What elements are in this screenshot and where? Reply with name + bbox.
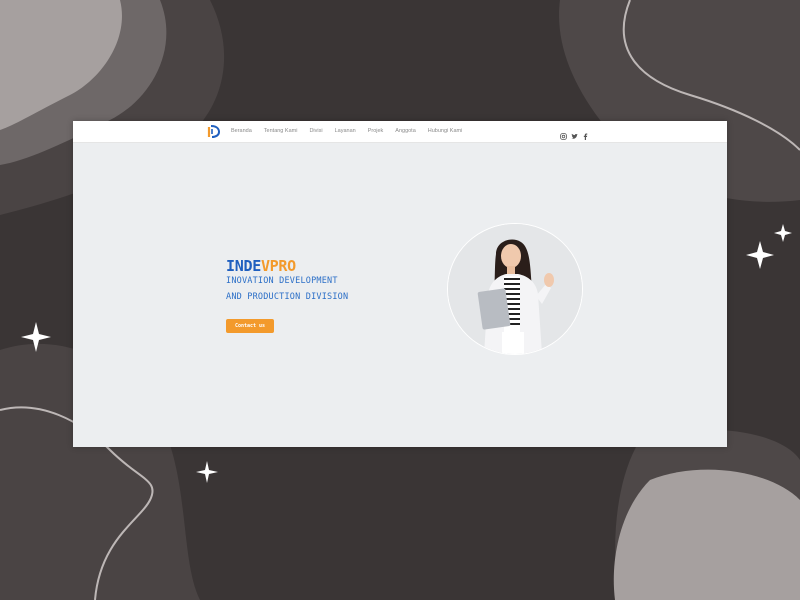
website-mockup: Beranda Tentang Kami Divisi Layanan Proj… xyxy=(73,121,727,447)
tagline-line2: AND PRODUCTION DIVISION xyxy=(226,292,349,302)
brand-title-part2: VPRO xyxy=(260,257,296,275)
navbar: Beranda Tentang Kami Divisi Layanan Proj… xyxy=(73,121,727,143)
hero-portrait-image xyxy=(448,224,582,354)
brand-title-part1: INDE xyxy=(226,257,261,275)
nav-item-layanan[interactable]: Layanan xyxy=(335,127,356,135)
nav-item-projek[interactable]: Projek xyxy=(368,127,384,135)
brand-title: INDEVPRO xyxy=(226,257,296,275)
social-links xyxy=(560,127,589,140)
contact-us-button[interactable]: Contact us xyxy=(226,319,274,333)
tagline-line1: INOVATION DEVELOPMENT xyxy=(226,276,338,286)
nav-item-beranda[interactable]: Beranda xyxy=(231,127,252,135)
twitter-icon[interactable] xyxy=(571,127,578,139)
facebook-icon[interactable] xyxy=(582,127,589,140)
nav-item-anggota[interactable]: Anggota xyxy=(395,127,416,135)
nav-item-hubungi-kami[interactable]: Hubungi Kami xyxy=(428,127,463,135)
nav-item-tentang-kami[interactable]: Tentang Kami xyxy=(264,127,298,135)
instagram-icon[interactable] xyxy=(560,127,567,140)
nav-links: Beranda Tentang Kami Divisi Layanan Proj… xyxy=(231,127,474,135)
nav-item-divisi[interactable]: Divisi xyxy=(309,127,322,135)
indevpro-logo-icon[interactable] xyxy=(207,124,221,139)
